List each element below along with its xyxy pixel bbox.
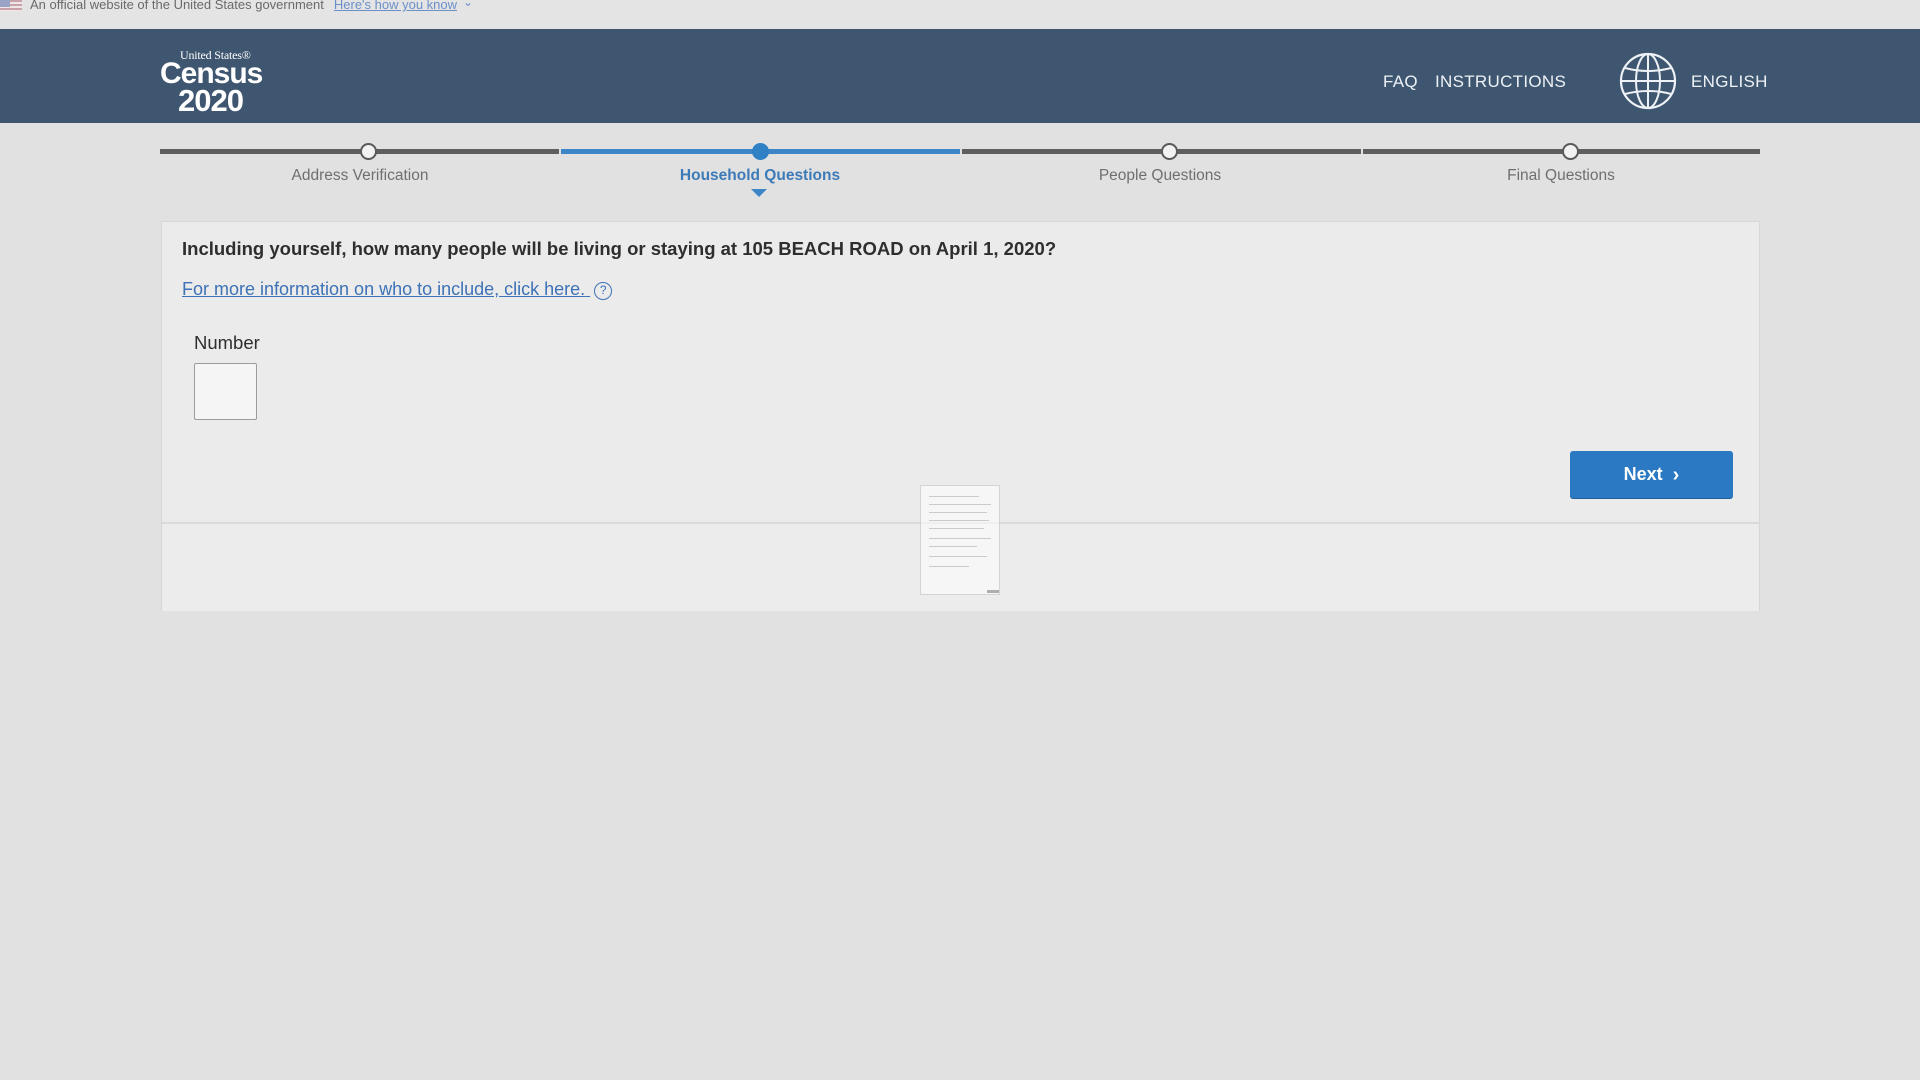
step-label-household-questions: Household Questions bbox=[679, 167, 841, 184]
next-button-label: Next bbox=[1623, 464, 1663, 484]
gov-banner: An official website of the United States… bbox=[0, 0, 1920, 29]
census-2020-logo[interactable]: United States® Census 2020 bbox=[160, 49, 280, 118]
who-to-include-link[interactable]: For more information on who to include, … bbox=[182, 279, 613, 300]
logo-year: 2020 bbox=[178, 83, 244, 118]
globe-icon[interactable] bbox=[1619, 52, 1677, 110]
step-node-final-questions bbox=[1562, 143, 1579, 160]
heres-how-you-know-link[interactable]: Here's how you know bbox=[334, 0, 457, 12]
next-button[interactable]: Next › bbox=[1570, 451, 1733, 498]
site-header: United States® Census 2020 FAQ INSTRUCTI… bbox=[0, 29, 1920, 123]
us-flag-icon bbox=[0, 0, 22, 11]
step-label-people-questions: People Questions bbox=[1098, 167, 1222, 184]
question-text: Including yourself, how many people will… bbox=[182, 238, 1057, 259]
step-node-household-questions bbox=[752, 143, 769, 160]
step-label-address-verification: Address Verification bbox=[291, 167, 429, 184]
step-node-people-questions bbox=[1161, 143, 1178, 160]
step-node-address-verification bbox=[360, 143, 377, 160]
document-thumbnail-overlay bbox=[920, 485, 1000, 595]
who-to-include-link-text: For more information on who to include, … bbox=[182, 279, 586, 299]
nav-instructions-link[interactable]: INSTRUCTIONS bbox=[1435, 72, 1566, 92]
progress-steps: Address Verification Household Questions… bbox=[160, 140, 1760, 200]
current-step-caret-icon bbox=[751, 189, 767, 197]
language-selector[interactable]: ENGLISH bbox=[1691, 72, 1768, 92]
chevron-down-icon[interactable]: ⌄ bbox=[463, 0, 473, 9]
number-field-label: Number bbox=[194, 332, 260, 353]
chevron-right-icon: › bbox=[1672, 463, 1680, 486]
nav-faq-link[interactable]: FAQ bbox=[1383, 72, 1418, 92]
step-label-final-questions: Final Questions bbox=[1507, 167, 1615, 184]
gov-banner-text: An official website of the United States… bbox=[30, 0, 324, 12]
number-input[interactable] bbox=[194, 363, 257, 420]
help-question-icon: ? bbox=[594, 282, 613, 300]
